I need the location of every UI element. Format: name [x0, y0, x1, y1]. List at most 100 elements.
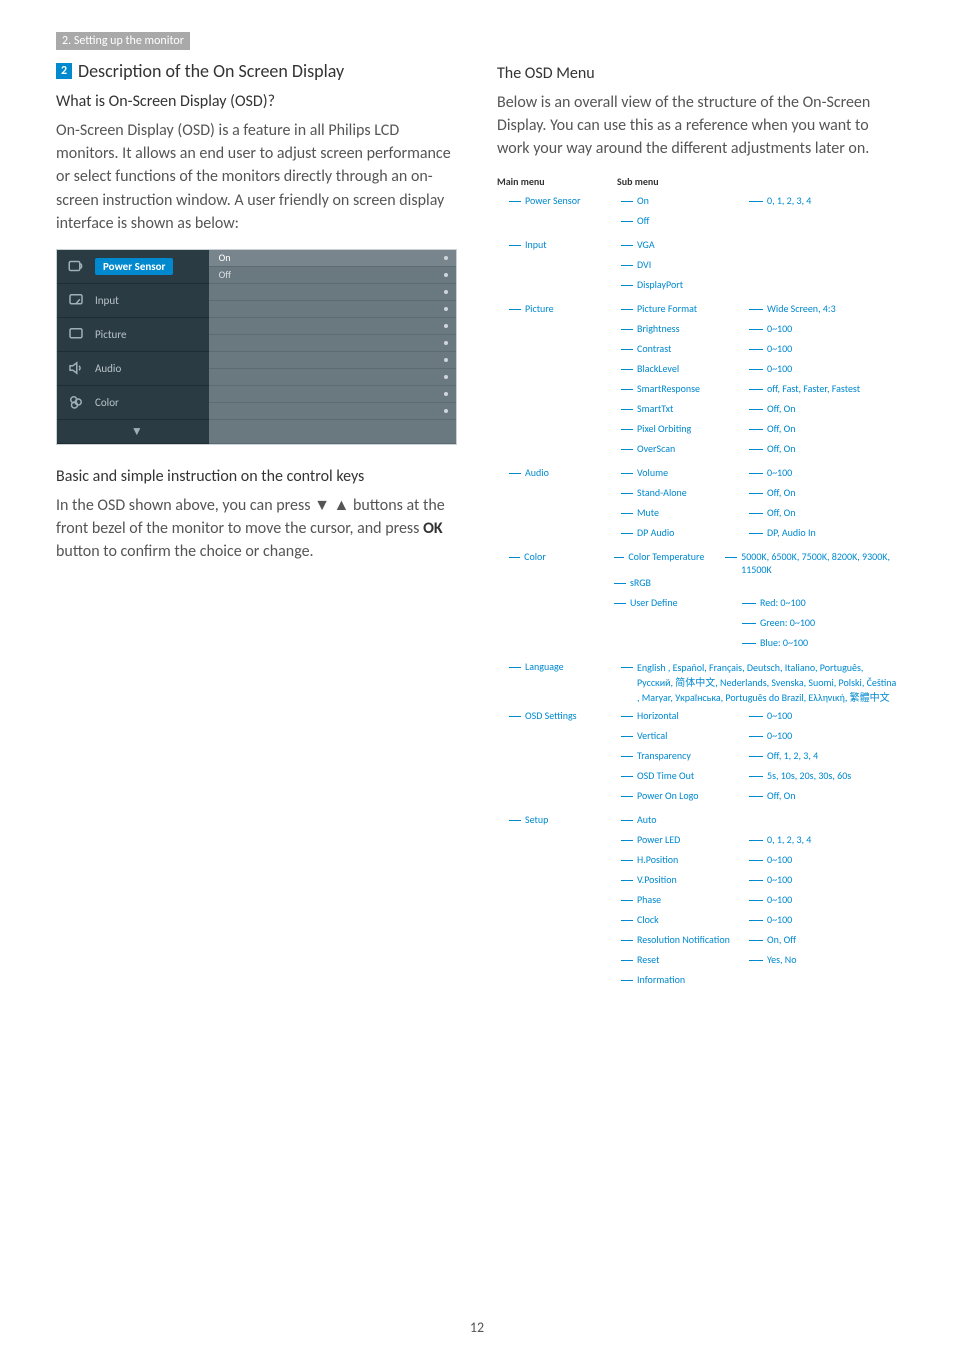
tree-sub-row: Pixel OrbitingOff, On: [621, 422, 860, 442]
tree-sub-row: DP AudioDP, Audio In: [621, 526, 816, 546]
tree-sub-value: Yes, No: [767, 953, 797, 966]
tree-sub-row: On0, 1, 2, 3, 4: [621, 194, 811, 214]
tree-sub-label: Reset: [637, 953, 749, 966]
tree-language-list: English , Español, Français, Deutsch, It…: [637, 660, 897, 705]
osd-menu-item[interactable]: Power Sensor: [57, 250, 209, 284]
tree-sub-value: 0~100: [767, 466, 792, 479]
tree-sub-value: 0~100: [767, 362, 792, 375]
osd-menu-tree: Power SensorOn0, 1, 2, 3, 4OffInputVGADV…: [497, 194, 898, 993]
tree-sub-value: Off, On: [767, 506, 795, 519]
tree-sub-label: Brightness: [637, 322, 749, 335]
tree-sub-label: Auto: [637, 813, 749, 826]
osd-scroll-down[interactable]: ▼: [57, 420, 209, 444]
osd-menu-item[interactable]: Input: [57, 284, 209, 318]
osd-mockup: Power SensorOnOff Input Picture Audio Color▼: [56, 249, 457, 445]
what-is-body: On-Screen Display (OSD) is a feature in …: [56, 119, 457, 235]
osd-menu-item[interactable]: Picture: [57, 318, 209, 352]
tree-sub-value: 0~100: [767, 853, 792, 866]
tree-sub-row: OverScan Off, On: [621, 442, 860, 462]
tree-sub-row: OSD Time Out 5s, 10s, 20s, 30s, 60s: [621, 769, 851, 789]
tree-sub-label: DisplayPort: [637, 278, 749, 291]
tree-sub-row: Power On LogoOff, On: [621, 789, 851, 809]
tree-sub-label: OverScan: [637, 442, 749, 455]
tree-sub-label: User Define: [630, 596, 742, 609]
tree-sub-label: Power LED: [637, 833, 749, 846]
osd-option-cell[interactable]: [209, 318, 456, 335]
osd-item-icon: [65, 323, 87, 345]
tree-main-label: Audio: [525, 466, 611, 479]
tree-sub-value: 0~100: [767, 729, 792, 742]
osd-option-cell[interactable]: [209, 352, 456, 369]
tree-sub-value: 0~100: [767, 709, 792, 722]
tree-sub-label: Volume: [637, 466, 749, 479]
tree-sub-row: Stand-AloneOff, On: [621, 486, 816, 506]
tree-sub-value: Green: 0~100: [760, 616, 815, 629]
tree-sub-row: Volume 0~100: [621, 466, 816, 486]
tree-header: Main menu Sub menu: [497, 175, 898, 188]
tree-sub-row: SmartTxtOff, On: [621, 402, 860, 422]
tree-header-main: Main menu: [497, 175, 617, 188]
tree-sub-value: Red: 0~100: [760, 596, 806, 609]
tree-sub-value: Off, On: [767, 442, 795, 455]
osd-item-label: Audio: [95, 362, 121, 375]
tree-sub-label: Resolution Notification: [637, 933, 749, 946]
tree-sub-value: 0~100: [767, 873, 792, 886]
tree-sub-label: sRGB: [630, 576, 742, 589]
tree-sub-row: VGA: [621, 238, 749, 258]
tree-sub-value: DP, Audio In: [767, 526, 816, 539]
osd-option-cell[interactable]: On: [209, 250, 456, 267]
tree-sub-label: VGA: [637, 238, 749, 251]
tree-main-label: Input: [525, 238, 611, 251]
tree-sub-label: On: [637, 194, 749, 207]
tree-sub-row: Off: [621, 214, 811, 234]
osd-item-label: Input: [95, 294, 119, 307]
tree-sub-value: Off, On: [767, 789, 795, 802]
osd-option-cell[interactable]: [209, 335, 456, 352]
tree-sub-label: Transparency: [637, 749, 749, 762]
tree-sub-row: V.Position0~100: [621, 873, 811, 893]
tree-sub-value: Blue: 0~100: [760, 636, 808, 649]
tree-sub-row: Reset Yes, No: [621, 953, 811, 973]
tree-sub-label: OSD Time Out: [637, 769, 749, 782]
osd-option-cell[interactable]: Off: [209, 267, 456, 284]
tree-sub-value: Off, On: [767, 422, 795, 435]
tree-main-item: ColorColor Temperature5000K, 6500K, 7500…: [509, 550, 898, 656]
tree-sub-row: User Define Red: 0~100 Green: 0~100 Blue: 0…: [614, 596, 898, 656]
tree-sub-label: SmartResponse: [637, 382, 749, 395]
tree-sub-row: Contrast0~100: [621, 342, 860, 362]
tree-sub-row: Information: [621, 973, 811, 993]
tree-main-label: Language: [525, 660, 611, 673]
osd-option-cell[interactable]: [209, 403, 456, 420]
tree-main-item: Input VGA DVI DisplayPort: [509, 238, 898, 298]
tree-sub-label: Off: [637, 214, 749, 227]
osd-option-cell[interactable]: [209, 369, 456, 386]
tree-sub-row: Resolution NotificationOn, Off: [621, 933, 811, 953]
osd-item-label: Picture: [95, 328, 127, 341]
ok-label: OK: [423, 519, 443, 538]
osd-menu-item[interactable]: Color: [57, 386, 209, 420]
tree-sub-value: Off, On: [767, 486, 795, 499]
tree-sub-label: Contrast: [637, 342, 749, 355]
tree-main-label: OSD Settings: [525, 709, 611, 722]
osd-menu-item[interactable]: Audio: [57, 352, 209, 386]
what-is-heading: What is On-Screen Display (OSD)?: [56, 92, 457, 111]
tree-sub-value: Off, 1, 2, 3, 4: [767, 749, 818, 762]
tree-sub-value: 5s, 10s, 20s, 30s, 60s: [767, 769, 851, 782]
tree-sub-value: 0, 1, 2, 3, 4: [767, 833, 811, 846]
tree-sub-label: DVI: [637, 258, 749, 271]
osd-option-cell[interactable]: [209, 284, 456, 301]
tree-main-item: SetupAutoPower LED0, 1, 2, 3, 4H.Positio…: [509, 813, 898, 993]
tree-main-label: Picture: [525, 302, 611, 315]
tree-sub-row: Power LED 0, 1, 2, 3, 4: [621, 833, 811, 853]
tree-sub-value: 5000K, 6500K, 7500K, 8200K, 9300K, 11500…: [741, 550, 898, 576]
tree-sub-label: H.Position: [637, 853, 749, 866]
tree-sub-label: Picture Format: [637, 302, 749, 315]
tree-sub-label: Clock: [637, 913, 749, 926]
tree-sub-row: DisplayPort: [621, 278, 749, 298]
osd-option-cell[interactable]: [209, 386, 456, 403]
osd-option-cell[interactable]: [209, 301, 456, 318]
osd-item-icon: [65, 289, 87, 311]
basic-instruction-heading: Basic and simple instruction on the cont…: [56, 467, 457, 486]
page-number: 12: [0, 1319, 954, 1336]
tree-sub-label: SmartTxt: [637, 402, 749, 415]
